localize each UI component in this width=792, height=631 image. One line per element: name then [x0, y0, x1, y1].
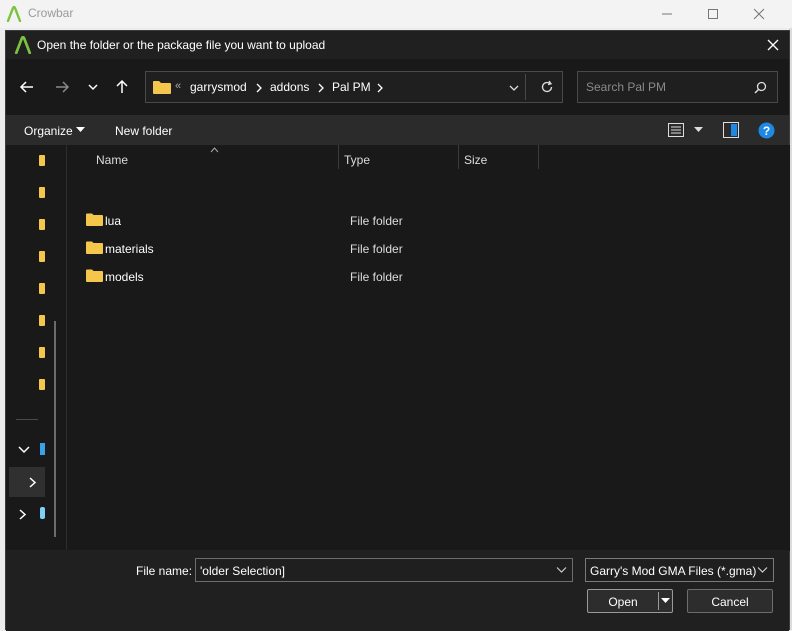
dialog-footer: File name: 'older Selection] Garry's Mod… [6, 550, 789, 631]
file-type-filter[interactable]: Garry's Mod GMA Files (*.gma) [585, 558, 774, 582]
arrow-up-icon [116, 79, 128, 93]
file-type-filter-value[interactable]: Garry's Mod GMA Files (*.gma) [590, 564, 756, 578]
column-separator[interactable] [538, 145, 539, 169]
breadcrumb-overflow[interactable]: « [175, 80, 181, 92]
open-button[interactable]: Open [587, 589, 673, 613]
folder-icon [86, 241, 103, 254]
column-separator[interactable] [338, 145, 339, 169]
parent-close-button[interactable] [736, 0, 782, 28]
chevron-right-icon[interactable] [376, 83, 384, 93]
nav-scrollbar-thumb[interactable] [54, 321, 56, 537]
caret-down-icon[interactable] [661, 598, 670, 604]
open-button-label[interactable]: Open [588, 595, 658, 609]
nav-folder-icon[interactable] [39, 251, 45, 262]
chevron-right-icon[interactable] [19, 509, 27, 520]
back-button[interactable] [14, 74, 40, 100]
dialog-close-button[interactable] [758, 33, 788, 57]
folder-icon [86, 213, 103, 226]
parent-title-bar: Crowbar [0, 0, 792, 28]
nav-selected-item[interactable] [9, 467, 45, 497]
chevron-right-icon[interactable] [255, 83, 263, 93]
new-folder-button[interactable]: New folder [115, 124, 172, 138]
breadcrumb-pal-pm[interactable]: Pal PM [332, 80, 371, 94]
column-separator[interactable] [458, 145, 459, 169]
view-details-icon[interactable] [668, 123, 684, 137]
file-type: File folder [350, 270, 403, 284]
refresh-icon[interactable] [540, 80, 554, 94]
crowbar-logo-icon [14, 36, 32, 54]
network-icon[interactable] [40, 507, 45, 519]
command-bar: Organize New folder ? [6, 115, 789, 145]
organize-button[interactable]: Organize [24, 124, 73, 138]
dialog-title-bar: Open the folder or the package file you … [6, 31, 789, 59]
breadcrumb-garrysmod[interactable]: garrysmod [190, 80, 247, 94]
nav-folder-icon[interactable] [39, 155, 45, 166]
file-name-label: File name: [136, 564, 193, 578]
nav-divider [16, 419, 38, 420]
close-icon [767, 39, 779, 51]
chevron-down-icon[interactable] [757, 566, 768, 574]
forward-button[interactable] [49, 74, 75, 100]
cancel-button[interactable]: Cancel [687, 589, 773, 613]
this-pc-icon[interactable] [40, 443, 45, 455]
address-bar[interactable]: « garrysmod addons Pal PM [145, 71, 563, 103]
chevron-down-icon[interactable] [508, 82, 520, 94]
open-file-dialog: Open the folder or the package file you … [5, 30, 790, 631]
file-name: models [105, 270, 144, 284]
preview-pane-icon[interactable] [723, 122, 739, 138]
help-icon[interactable]: ? [758, 122, 775, 139]
minimize-icon [662, 13, 672, 15]
folder-icon [86, 269, 103, 282]
column-header-size[interactable]: Size [464, 153, 487, 167]
cancel-button-label[interactable]: Cancel [688, 595, 772, 609]
parent-window-title: Crowbar [28, 6, 74, 20]
file-list[interactable]: Name Type Size lua File folder materials… [66, 145, 790, 551]
nav-folder-icon[interactable] [39, 283, 45, 294]
nav-folder-icon[interactable] [39, 219, 45, 230]
chevron-down-icon[interactable] [18, 445, 30, 455]
maximize-icon [708, 9, 718, 19]
chevron-down-icon[interactable] [556, 566, 567, 574]
crowbar-logo-icon [6, 6, 22, 22]
caret-down-icon[interactable] [76, 127, 85, 133]
file-name-value[interactable]: 'older Selection] [200, 564, 285, 578]
dialog-title: Open the folder or the package file you … [37, 38, 326, 52]
folder-icon [153, 81, 171, 94]
close-icon [753, 8, 765, 20]
list-item[interactable]: materials File folder [79, 235, 779, 261]
file-type: File folder [350, 214, 403, 228]
arrow-left-icon [19, 81, 33, 93]
list-item[interactable]: models File folder [79, 263, 779, 289]
up-button[interactable] [109, 74, 135, 100]
navigation-pane[interactable] [6, 145, 64, 551]
file-name: lua [105, 214, 122, 228]
nav-folder-icon[interactable] [39, 187, 45, 198]
file-type: File folder [350, 242, 403, 256]
search-box[interactable]: Search Pal PM [577, 71, 778, 103]
nav-folder-icon[interactable] [39, 379, 45, 390]
maximize-button[interactable] [690, 0, 736, 28]
nav-folder-icon[interactable] [39, 315, 45, 326]
split-divider [658, 592, 659, 610]
chevron-right-icon[interactable] [317, 83, 325, 93]
breadcrumb-addons[interactable]: addons [270, 80, 309, 94]
recent-locations-button[interactable] [80, 74, 106, 100]
file-name: materials [105, 242, 154, 256]
minimize-button[interactable] [644, 0, 690, 28]
nav-folder-icon[interactable] [39, 347, 45, 358]
search-icon[interactable] [754, 81, 767, 94]
search-placeholder[interactable]: Search Pal PM [586, 80, 666, 94]
chevron-right-icon [29, 477, 37, 488]
column-header-type[interactable]: Type [344, 153, 370, 167]
file-name-input[interactable]: 'older Selection] [195, 558, 573, 582]
list-item[interactable]: lua File folder [79, 207, 779, 233]
svg-text:?: ? [763, 124, 770, 138]
arrow-right-icon [56, 81, 70, 93]
caret-down-icon[interactable] [694, 127, 703, 133]
sort-ascending-icon [210, 147, 219, 153]
address-divider [525, 74, 526, 100]
column-header-name[interactable]: Name [96, 153, 128, 167]
chevron-down-icon [88, 84, 98, 91]
